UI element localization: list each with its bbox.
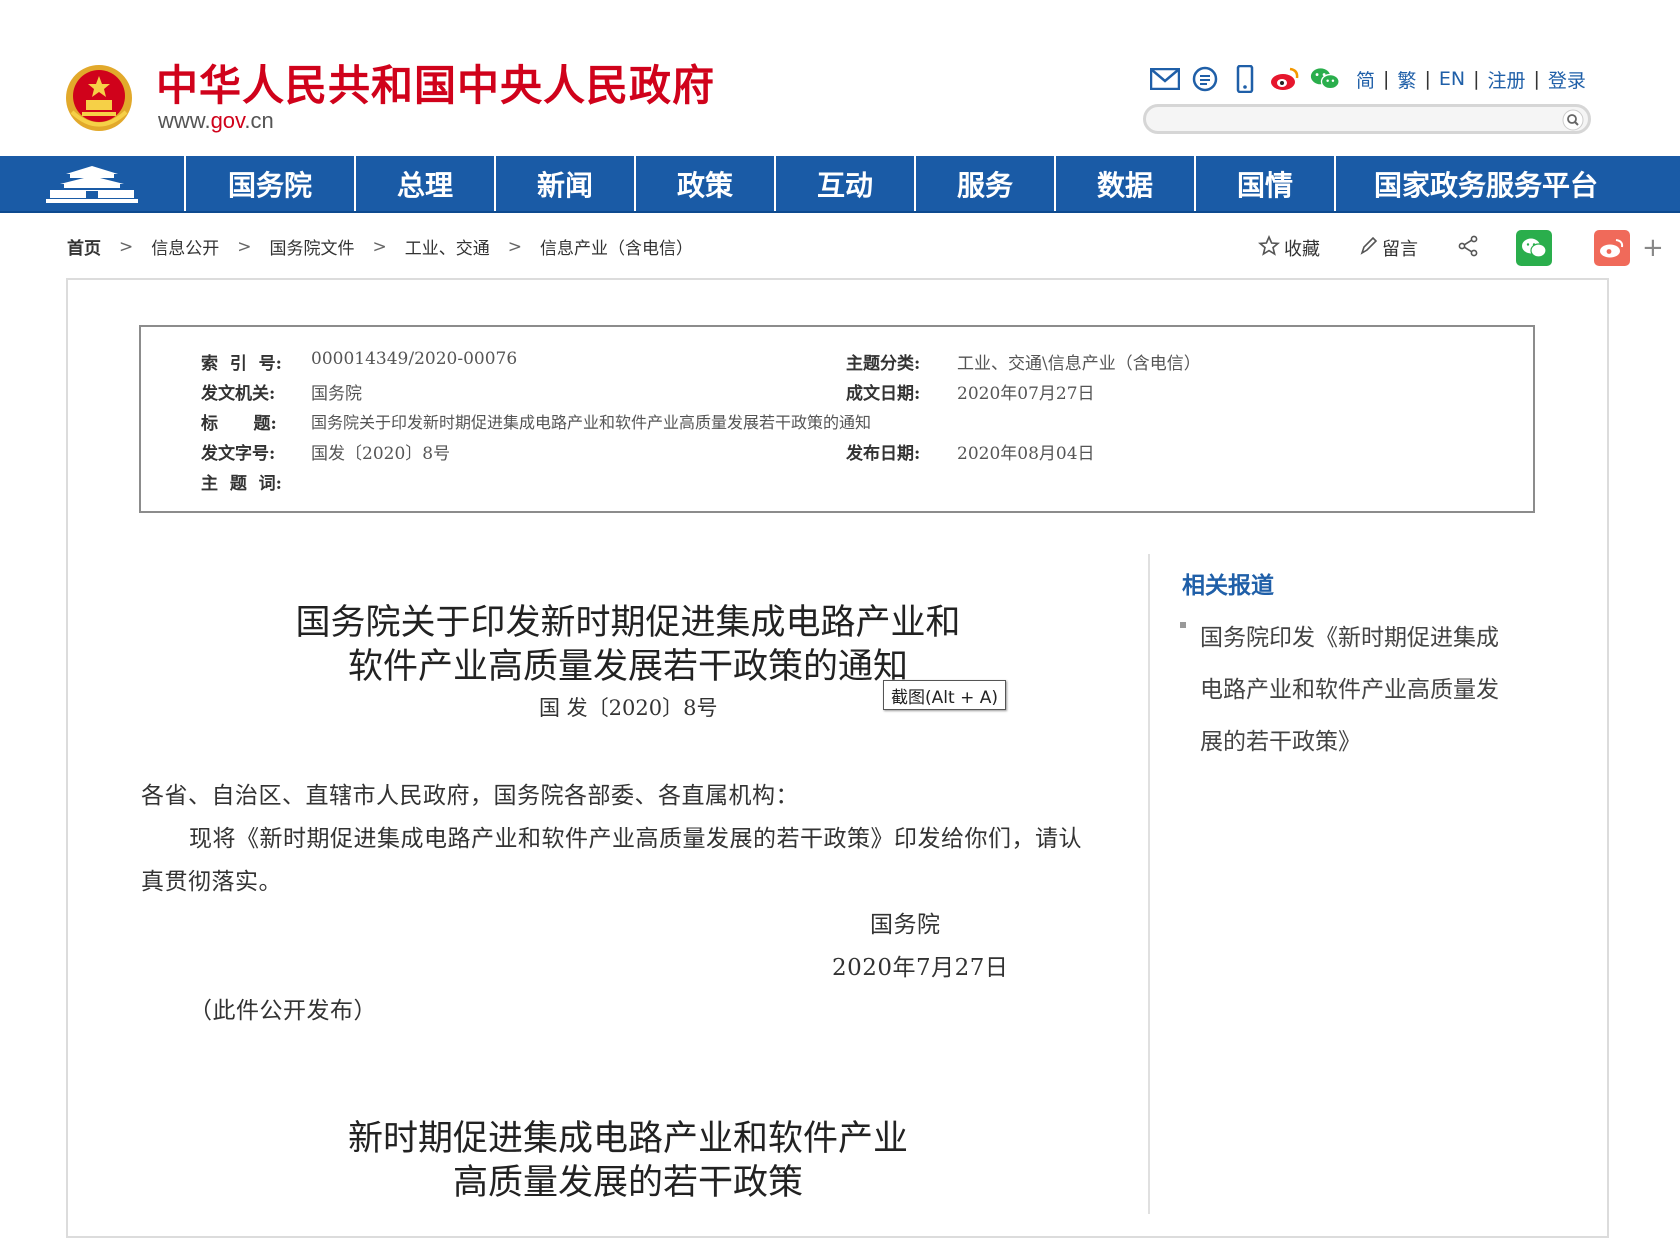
wechat-share-button[interactable]	[1516, 230, 1552, 266]
article-sign-date: 2020年7月27日	[832, 955, 1009, 981]
lang-simplified-link[interactable]: 简	[1356, 66, 1375, 93]
share-icon[interactable]	[1456, 234, 1480, 263]
chevron-right-icon: >	[119, 236, 134, 257]
national-emblem-logo[interactable]	[64, 62, 134, 134]
screenshot-tooltip: 截图(Alt + A)	[883, 680, 1006, 710]
nav-services[interactable]: 服务	[916, 156, 1056, 211]
related-item-line3[interactable]: 展的若干政策》	[1200, 722, 1361, 756]
meta-doc-no-value: 国发〔2020〕8号	[311, 444, 451, 464]
meta-title-value: 国务院关于印发新时期促进集成电路产业和软件产业高质量发展若干政策的通知	[311, 413, 872, 432]
article-doc-number: 国 发〔2020〕8号	[539, 696, 718, 720]
meta-issuer-value: 国务院	[311, 384, 362, 404]
nav-policy[interactable]: 政策	[636, 156, 776, 211]
nav-interaction[interactable]: 互动	[776, 156, 916, 211]
message-icon[interactable]	[1190, 65, 1220, 93]
nav-state-council[interactable]: 国务院	[186, 156, 356, 211]
article-signer: 国务院	[870, 912, 941, 938]
wechat-icon[interactable]	[1310, 65, 1340, 93]
meta-topic-value: 工业、交通\信息产业（含电信）	[957, 354, 1201, 374]
favorite-button[interactable]: 收藏	[1257, 234, 1320, 262]
meta-publish-label: 发布日期:	[846, 444, 921, 464]
weibo-icon[interactable]	[1270, 65, 1300, 93]
star-icon	[1257, 234, 1281, 262]
chevron-right-icon: >	[372, 236, 387, 257]
url-domain: gov	[210, 108, 245, 133]
site-url: www.gov.cn	[158, 108, 274, 134]
meta-index-label: 索 引 号:	[201, 354, 282, 374]
separator: |	[1473, 68, 1480, 90]
related-reports-heading: 相关报道	[1182, 572, 1274, 599]
breadcrumb-info-industry[interactable]: 信息产业（含电信）	[540, 234, 693, 259]
meta-date-written-label: 成文日期:	[846, 384, 921, 404]
login-link[interactable]: 登录	[1548, 66, 1586, 93]
register-link[interactable]: 注册	[1487, 66, 1525, 93]
article-public-note: （此件公开发布）	[189, 998, 377, 1024]
search-input[interactable]	[1143, 104, 1591, 134]
document-metadata-box: 索 引 号: 000014349/2020-00076 主题分类: 工业、交通\…	[139, 325, 1535, 513]
comment-button[interactable]: 留言	[1358, 235, 1418, 262]
breadcrumb-state-council-docs[interactable]: 国务院文件	[270, 234, 355, 259]
related-item-line2[interactable]: 电路产业和软件产业高质量发	[1200, 670, 1499, 704]
meta-topic-label: 主题分类:	[846, 354, 921, 374]
article-salutation: 各省、自治区、直辖市人民政府，国务院各部委、各直属机构：	[141, 783, 799, 809]
comment-label: 留言	[1382, 239, 1418, 260]
mobile-icon[interactable]	[1230, 65, 1260, 93]
separator: |	[1424, 68, 1431, 90]
share-bar: 收藏 留言 +	[1257, 230, 1664, 266]
related-item-line1[interactable]: 国务院印发《新时期促进集成	[1200, 618, 1499, 652]
nav-data[interactable]: 数据	[1056, 156, 1196, 211]
more-share-button[interactable]: +	[1642, 233, 1664, 263]
meta-index-value: 000014349/2020-00076	[311, 349, 518, 369]
weibo-icon	[1600, 239, 1624, 258]
weibo-share-button[interactable]	[1594, 230, 1630, 266]
meta-date-written-value: 2020年07月27日	[957, 384, 1095, 404]
bullet-icon	[1180, 622, 1186, 628]
meta-keywords-label: 主 题 词:	[201, 474, 282, 494]
url-suffix: .cn	[244, 108, 274, 133]
wechat-icon	[1522, 238, 1547, 258]
site-title[interactable]: 中华人民共和国中央人民政府	[156, 52, 715, 113]
nav-national-conditions[interactable]: 国情	[1196, 156, 1336, 211]
separator: |	[1533, 68, 1540, 90]
search-icon[interactable]	[1562, 109, 1584, 131]
meta-issuer-label: 发文机关:	[201, 384, 276, 404]
url-prefix: www.	[158, 108, 211, 133]
pencil-icon	[1358, 235, 1378, 262]
lang-english-link[interactable]: EN	[1439, 68, 1465, 90]
breadcrumb-home[interactable]: 首页	[67, 234, 101, 259]
meta-doc-no-label: 发文字号:	[201, 444, 276, 464]
breadcrumb-industry-transport[interactable]: 工业、交通	[405, 234, 490, 259]
lang-traditional-link[interactable]: 繁	[1397, 66, 1416, 93]
breadcrumb-info-disclosure[interactable]: 信息公开	[151, 234, 219, 259]
meta-title-label: 标 题:	[201, 414, 277, 434]
nav-premier[interactable]: 总理	[356, 156, 496, 211]
article-paragraph-line1: 现将《新时期促进集成电路产业和软件产业高质量发展的若干政策》印发给你们，请认	[189, 826, 1082, 852]
breadcrumb: 首页 > 信息公开 > 国务院文件 > 工业、交通 > 信息产业（含电信）	[67, 234, 693, 260]
policy-title-line2: 高质量发展的若干政策	[452, 1163, 803, 1203]
article-paragraph-line2: 真贯彻落实。	[141, 869, 282, 895]
meta-publish-value: 2020年08月04日	[957, 444, 1095, 464]
chevron-right-icon: >	[507, 236, 522, 257]
separator: |	[1383, 68, 1390, 90]
nav-home-tiananmen-icon[interactable]	[0, 156, 186, 211]
sidebar-divider	[1148, 554, 1150, 1214]
nav-gov-service-platform[interactable]: 国家政务服务平台	[1336, 156, 1636, 211]
lang-links: 简 | 繁 | EN | 注册 | 登录	[1356, 66, 1586, 93]
top-toolbar: 简 | 繁 | EN | 注册 | 登录	[1150, 62, 1586, 96]
mail-icon[interactable]	[1150, 65, 1180, 93]
nav-news[interactable]: 新闻	[496, 156, 636, 211]
favorite-label: 收藏	[1284, 239, 1320, 260]
chevron-right-icon: >	[237, 236, 252, 257]
main-nav: 国务院 总理 新闻 政策 互动 服务 数据 国情 国家政务服务平台	[0, 156, 1680, 213]
